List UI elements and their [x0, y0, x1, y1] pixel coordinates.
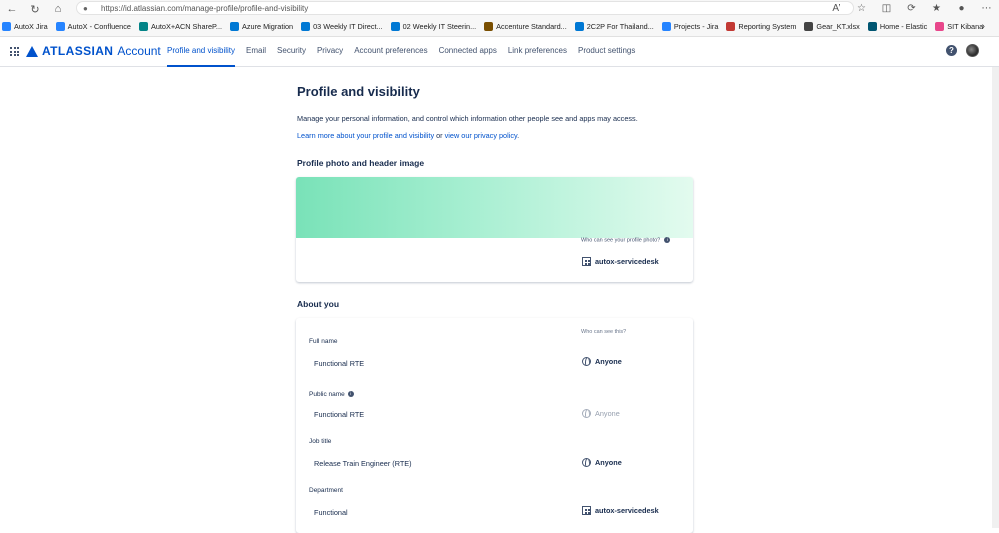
public-name-field[interactable]: Functional RTE: [314, 410, 364, 419]
department-visibility[interactable]: autox-servicedesk: [582, 506, 659, 515]
photo-visibility-label: Who can see your profile photo? i: [581, 237, 671, 243]
bookmark-icon: [230, 22, 240, 31]
info-icon[interactable]: i: [347, 391, 354, 398]
bookmarks-bar: AutoX Jira AutoX - Confluence AutoX+ACN …: [0, 17, 999, 37]
bookmark-icon: [574, 22, 584, 31]
account-tabs: Profile and visibility Email Security Pr…: [167, 37, 646, 67]
bookmark-item[interactable]: 2C2P For Thailand...: [574, 22, 654, 31]
globe-icon: [582, 409, 591, 418]
organization-icon: [582, 257, 591, 266]
address-bar[interactable]: ● https://id.atlassian.com/manage-profil…: [76, 1, 854, 15]
chevron-right-icon[interactable]: ›: [982, 21, 985, 32]
job-title-visibility[interactable]: Anyone: [582, 458, 622, 467]
bookmark-item[interactable]: Accenture Standard...: [484, 22, 567, 31]
bookmark-icon: [301, 22, 311, 31]
page-title: Profile and visibility: [297, 84, 420, 99]
bookmark-item[interactable]: Projects - Jira: [661, 22, 718, 31]
full-name-label: Full name: [309, 338, 338, 345]
privacy-policy-link[interactable]: view our privacy policy: [445, 131, 517, 140]
brand-name: ATLASSIAN: [42, 44, 114, 58]
bookmark-icon: [55, 22, 65, 31]
reload-icon[interactable]: ↻: [27, 1, 43, 17]
bookmark-icon: [2, 22, 11, 31]
avatar[interactable]: [966, 44, 979, 57]
app-header: ATLASSIAN Account Profile and visibility…: [0, 37, 999, 67]
bookmark-item[interactable]: Home - Elastic: [867, 22, 927, 31]
browser-toolbar: ← ↻ ⌂ ● https://id.atlassian.com/manage-…: [0, 0, 999, 17]
tab-product-settings[interactable]: Product settings: [578, 37, 635, 67]
full-name-visibility[interactable]: Anyone: [582, 357, 622, 366]
split-screen-icon[interactable]: ◫: [874, 3, 899, 14]
organization-icon: [582, 506, 591, 515]
about-card: Who can see this? Full name Functional R…: [296, 318, 693, 533]
bookmark-icon: [390, 22, 400, 31]
app-switcher-icon[interactable]: [10, 47, 19, 56]
visibility-column-label: Who can see this?: [581, 329, 627, 335]
bookmark-item[interactable]: AutoX+ACN ShareP...: [138, 22, 222, 31]
globe-icon: [804, 22, 814, 31]
folder-icon: [484, 22, 494, 31]
globe-icon: [582, 357, 591, 366]
refresh-extension-icon[interactable]: ⟳: [899, 3, 924, 14]
bookmark-item[interactable]: AutoX Jira: [2, 22, 48, 31]
bookmark-item[interactable]: Reporting System: [726, 22, 796, 31]
tab-account-preferences[interactable]: Account preferences: [354, 37, 427, 67]
back-icon[interactable]: ←: [4, 1, 20, 17]
bookmark-icon: [661, 22, 671, 31]
tab-connected-apps[interactable]: Connected apps: [439, 37, 497, 67]
job-title-label: Job title: [309, 438, 332, 445]
job-title-field[interactable]: Release Train Engineer (RTE): [314, 459, 412, 468]
link-separator: or: [436, 131, 443, 140]
url-text: https://id.atlassian.com/manage-profile/…: [101, 3, 309, 13]
bookmark-item[interactable]: 03 Weekly IT Direct...: [301, 22, 383, 31]
lock-icon: ●: [83, 3, 88, 13]
bookmark-icon: [726, 22, 736, 31]
home-icon[interactable]: ⌂: [50, 1, 66, 17]
bookmark-item[interactable]: Gear_KT.xlsx: [804, 22, 860, 31]
favorites-icon[interactable]: ★: [924, 3, 949, 14]
read-aloud-icon[interactable]: A’: [824, 3, 849, 14]
public-name-visibility: Anyone: [582, 409, 620, 418]
profile-icon[interactable]: ●: [949, 3, 974, 14]
tab-profile-and-visibility[interactable]: Profile and visibility: [167, 37, 236, 67]
link-end: .: [517, 131, 520, 140]
browser-actions: A’ ☆ ◫ ⟳ ★ ● ⋯: [824, 0, 999, 17]
globe-icon: [582, 458, 591, 467]
bookmark-icon: [935, 22, 945, 31]
bookmark-item[interactable]: AutoX - Confluence: [55, 22, 131, 31]
more-icon[interactable]: ⋯: [974, 3, 999, 14]
public-name-label: Public name i: [309, 391, 354, 398]
department-label: Department: [309, 487, 343, 494]
bookmark-item[interactable]: Azure Migration: [230, 22, 293, 31]
photo-card: Who can see your profile photo? i autox-s…: [296, 177, 693, 282]
bookmark-item[interactable]: 02 Weekly IT Steerin...: [390, 22, 476, 31]
full-name-field[interactable]: Functional RTE: [314, 359, 364, 368]
bookmark-item[interactable]: SIT Kibana: [935, 22, 983, 31]
bookmark-icon: [867, 22, 877, 31]
page-scrollbar[interactable]: [992, 67, 999, 528]
tab-link-preferences[interactable]: Link preferences: [508, 37, 567, 67]
tab-email[interactable]: Email: [246, 37, 266, 67]
profile-visibility-link[interactable]: Learn more about your profile and visibi…: [297, 131, 434, 140]
photo-section-heading: Profile photo and header image: [297, 158, 425, 168]
help-icon[interactable]: ?: [946, 45, 957, 56]
tab-security[interactable]: Security: [277, 37, 306, 67]
page-intro: Manage your personal information, and co…: [297, 114, 638, 123]
info-icon[interactable]: i: [664, 237, 671, 243]
tab-privacy[interactable]: Privacy: [317, 37, 343, 67]
header-image[interactable]: [296, 177, 693, 238]
favorite-star-icon[interactable]: ☆: [849, 3, 874, 14]
atlassian-logo-icon: [26, 45, 38, 57]
department-field[interactable]: Functional: [314, 508, 348, 517]
atlassian-logo[interactable]: ATLASSIAN Account: [26, 44, 161, 58]
product-name: Account: [117, 44, 161, 58]
photo-visibility-dropdown[interactable]: autox-servicedesk: [582, 257, 659, 266]
about-section-heading: About you: [297, 299, 340, 309]
help-links: Learn more about your profile and visibi…: [297, 131, 519, 140]
bookmark-icon: [138, 22, 148, 31]
